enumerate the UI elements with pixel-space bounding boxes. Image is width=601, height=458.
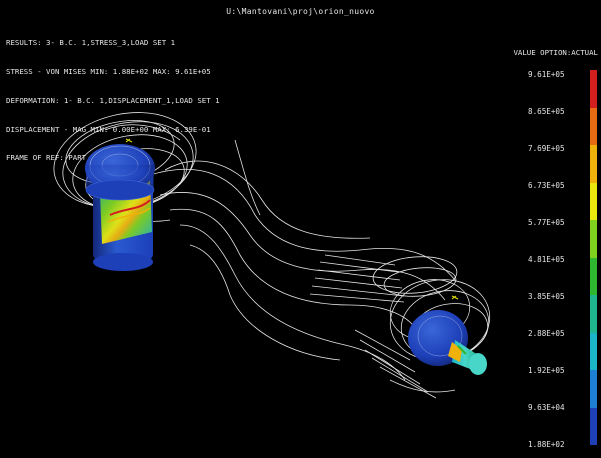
legend-segment-8 bbox=[590, 332, 597, 370]
legend-segment-6 bbox=[590, 257, 597, 295]
color-legend-bar bbox=[590, 70, 597, 445]
legend-segment-5 bbox=[590, 220, 597, 258]
legend-segment-10 bbox=[590, 407, 597, 445]
fea-viewport[interactable]: U:\Mantovani\proj\orion_nuovo RESULTS: 3… bbox=[0, 0, 601, 458]
fea-model-render[interactable] bbox=[0, 0, 601, 458]
legend-segment-4 bbox=[590, 182, 597, 220]
upper-bolt-cylinder bbox=[85, 144, 155, 271]
legend-segment-3 bbox=[590, 145, 597, 183]
lower-pin-cylinder bbox=[408, 310, 487, 375]
legend-segment-2 bbox=[590, 107, 597, 145]
csys-marker-lower bbox=[451, 295, 459, 300]
legend-segment-7 bbox=[590, 295, 597, 333]
legend-segment-1 bbox=[590, 70, 597, 108]
csys-marker-upper bbox=[125, 138, 133, 143]
legend-segment-9 bbox=[590, 370, 597, 408]
